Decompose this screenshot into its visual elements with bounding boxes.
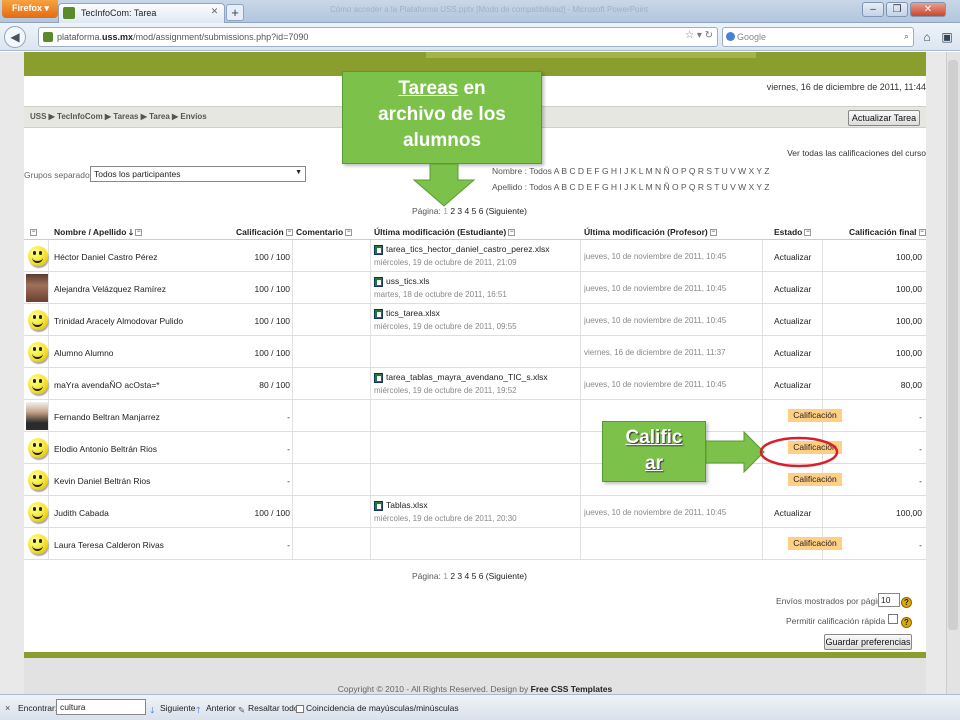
highlight-circle-shape [759,436,839,468]
down-arrow-shape [412,163,476,207]
right-arrow-shape [705,430,765,474]
annotation-overlay [412,163,839,474]
